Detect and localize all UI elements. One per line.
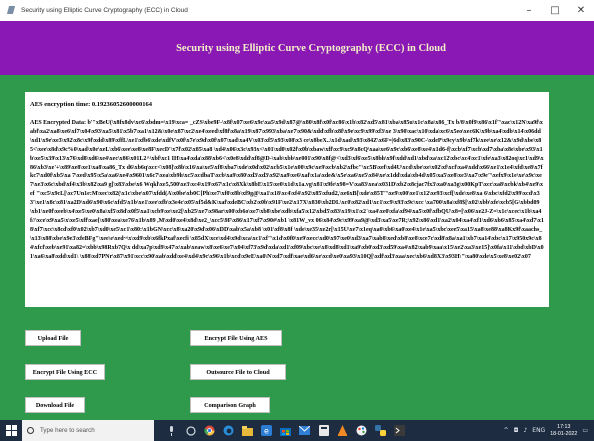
minimize-button[interactable]: –	[516, 0, 542, 21]
file-explorer-icon[interactable]	[242, 425, 253, 436]
upload-file-button[interactable]: Upload File	[25, 330, 81, 346]
task-view-icon[interactable]	[185, 425, 196, 436]
app-header: Security using Elliptic Curve Cryptograp…	[0, 21, 594, 75]
terminal-icon[interactable]	[394, 425, 405, 436]
maximize-button[interactable]: □	[542, 0, 568, 21]
edge-icon[interactable]	[223, 425, 234, 436]
clock-time: 17:13	[557, 423, 571, 430]
watermark-line2: Go to Settings to activate Windows.	[400, 296, 487, 302]
svg-text:e: e	[264, 427, 269, 436]
windows-logo-icon	[5, 425, 17, 436]
taskbar: Type here to search e ^ ◘ ♪ ENG 17:13 18…	[0, 420, 594, 441]
vlc-icon[interactable]	[337, 425, 348, 436]
store-icon[interactable]	[280, 425, 291, 436]
encrypt-aes-button[interactable]: Encrypt File Using AES	[190, 330, 282, 346]
language-indicator[interactable]: ENG	[532, 427, 545, 434]
app-feather-icon	[7, 6, 16, 15]
encryption-time-text: AES encryption time: 0.19236052600000164	[30, 101, 153, 108]
app-header-title: Security using Elliptic Curve Cryptograp…	[176, 42, 446, 54]
search-placeholder: Type here to search	[40, 427, 95, 434]
output-textarea[interactable]: AES encryption time: 0.19236052600000164…	[25, 92, 549, 307]
clock-date: 18-01-2022	[550, 430, 578, 437]
mail-icon[interactable]	[299, 425, 310, 436]
comparison-graph-button[interactable]: Comparison Graph	[190, 397, 270, 413]
window-title: Security using Elliptic Curve Cryptograp…	[21, 7, 188, 14]
chrome-icon[interactable]	[204, 425, 215, 436]
download-file-button[interactable]: Download File	[25, 397, 85, 413]
paint-icon[interactable]	[356, 425, 367, 436]
system-tray: ^ ◘ ♪ ENG 17:13 18-01-2022 ▭	[504, 420, 594, 441]
microphone-icon[interactable]	[166, 425, 177, 436]
python-icon[interactable]	[375, 425, 386, 436]
start-button[interactable]	[0, 420, 22, 441]
volume-icon[interactable]: ♪	[523, 427, 527, 434]
watermark-line1: Activate Windows	[400, 285, 468, 295]
close-button[interactable]: ✕	[568, 0, 594, 21]
notifications-icon[interactable]: ▭	[582, 427, 588, 434]
main-panel: AES encryption time: 0.19236052600000164…	[0, 75, 594, 420]
outsource-cloud-button[interactable]: Outsource File to Cloud	[190, 364, 286, 380]
activate-windows-watermark: Activate Windows Go to Settings to activ…	[400, 285, 590, 302]
network-icon[interactable]: ◘	[514, 427, 519, 434]
encrypt-ecc-button[interactable]: Encrypt File Using ECC	[25, 364, 105, 380]
notification-chevron-icon[interactable]: ^	[504, 427, 509, 434]
pinned-apps: e	[166, 425, 405, 436]
taskbar-clock[interactable]: 17:13 18-01-2022	[550, 424, 577, 438]
edge-legacy-icon[interactable]: e	[261, 425, 272, 436]
taskbar-search-box[interactable]: Type here to search	[22, 420, 154, 441]
encrypted-data-text: AES Encrypted Data: b'"xBeU(\x8fx8dv\xc6…	[30, 120, 544, 260]
window-titlebar: Security using Elliptic Curve Cryptograp…	[0, 0, 594, 21]
calculator-icon[interactable]	[318, 425, 329, 436]
window-controls: – □ ✕	[516, 0, 594, 21]
search-icon	[27, 427, 34, 434]
